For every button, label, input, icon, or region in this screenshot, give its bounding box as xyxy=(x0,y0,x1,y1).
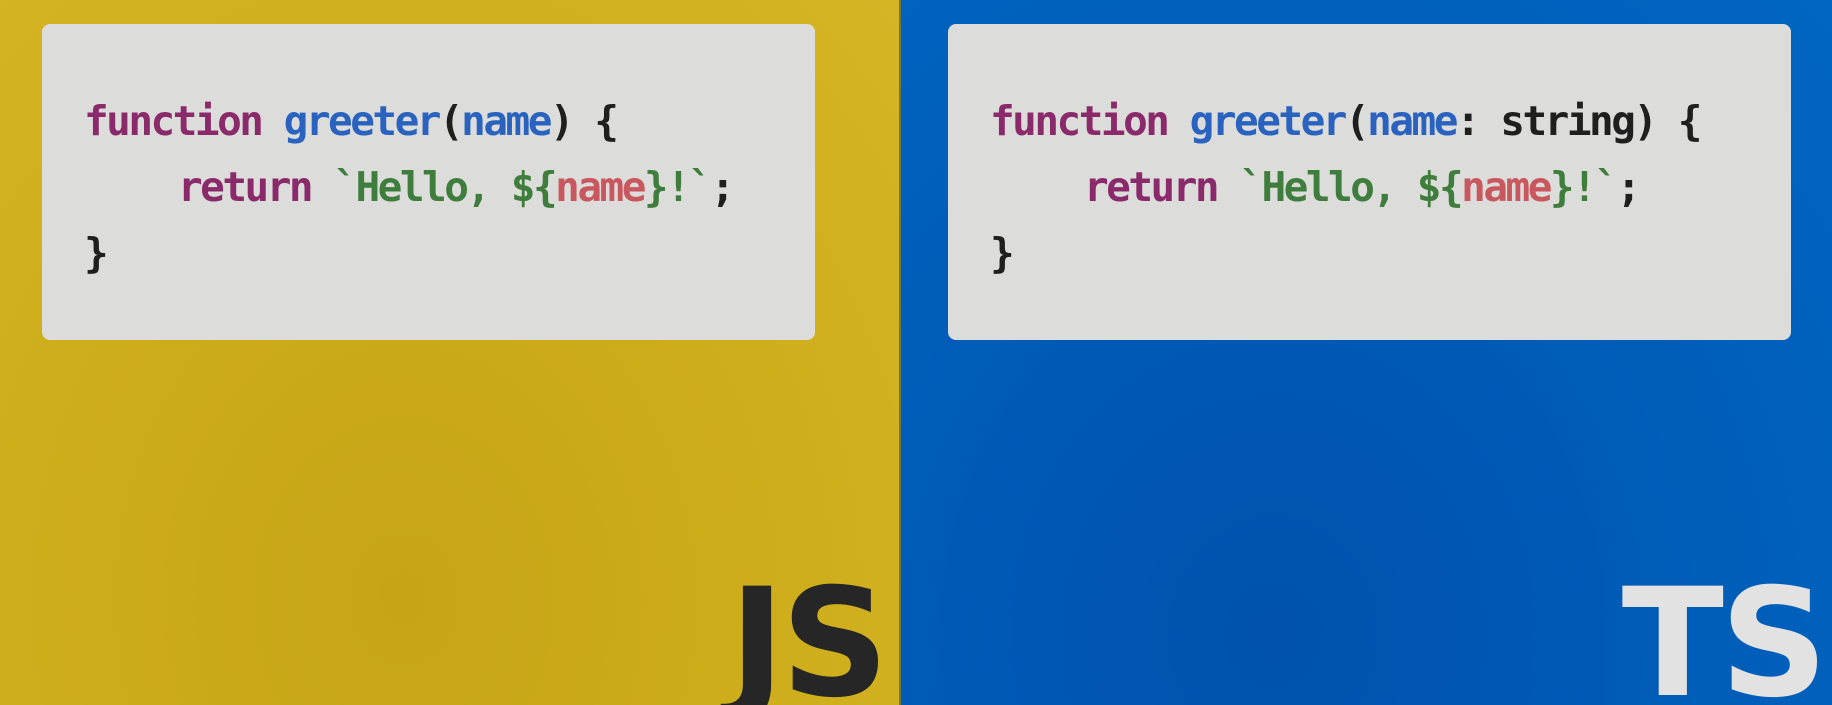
parameter-name: name xyxy=(1367,97,1458,145)
keyword-return: return xyxy=(178,163,314,211)
js-code-card: function greeter(name) { return `Hello, … xyxy=(42,24,815,340)
ts-code-line-3: } xyxy=(948,220,1791,286)
template-string-start: `Hello, ${ xyxy=(333,163,557,211)
semicolon: ; xyxy=(1616,163,1641,211)
open-paren: ( xyxy=(1344,97,1370,145)
semicolon: ; xyxy=(710,163,735,211)
js-label: JS xyxy=(729,557,889,705)
template-string-end: }!` xyxy=(643,163,713,211)
close-paren-brace: ) { xyxy=(1633,97,1702,145)
ts-label: TS xyxy=(1621,557,1828,705)
type-colon: : xyxy=(1455,97,1501,145)
interpolated-variable: name xyxy=(555,163,646,211)
interpolated-variable: name xyxy=(1461,163,1552,211)
closing-brace: } xyxy=(84,229,109,277)
ts-code-line-2: return `Hello, ${name}!`; xyxy=(948,154,1791,220)
keyword-function: function xyxy=(990,97,1170,145)
ts-code-card: function greeter(name: string) { return … xyxy=(948,24,1791,340)
keyword-return: return xyxy=(1084,163,1220,211)
template-string-end: }!` xyxy=(1549,163,1619,211)
javascript-panel: function greeter(name) { return `Hello, … xyxy=(0,0,899,705)
function-name: greeter xyxy=(283,97,442,145)
js-code-line-2: return `Hello, ${name}!`; xyxy=(42,154,815,220)
ts-code-line-1: function greeter(name: string) { xyxy=(948,88,1791,154)
type-annotation: string xyxy=(1500,97,1636,145)
typescript-panel: function greeter(name: string) { return … xyxy=(901,0,1832,705)
keyword-function: function xyxy=(84,97,264,145)
open-paren: ( xyxy=(438,97,464,145)
closing-brace: } xyxy=(990,229,1015,277)
close-paren-brace: ) { xyxy=(549,97,619,145)
js-code-line-1: function greeter(name) { xyxy=(42,88,815,154)
function-name: greeter xyxy=(1189,97,1348,145)
js-code-line-3: } xyxy=(42,220,815,286)
template-string-start: `Hello, ${ xyxy=(1239,163,1463,211)
parameter-name: name xyxy=(461,97,552,145)
